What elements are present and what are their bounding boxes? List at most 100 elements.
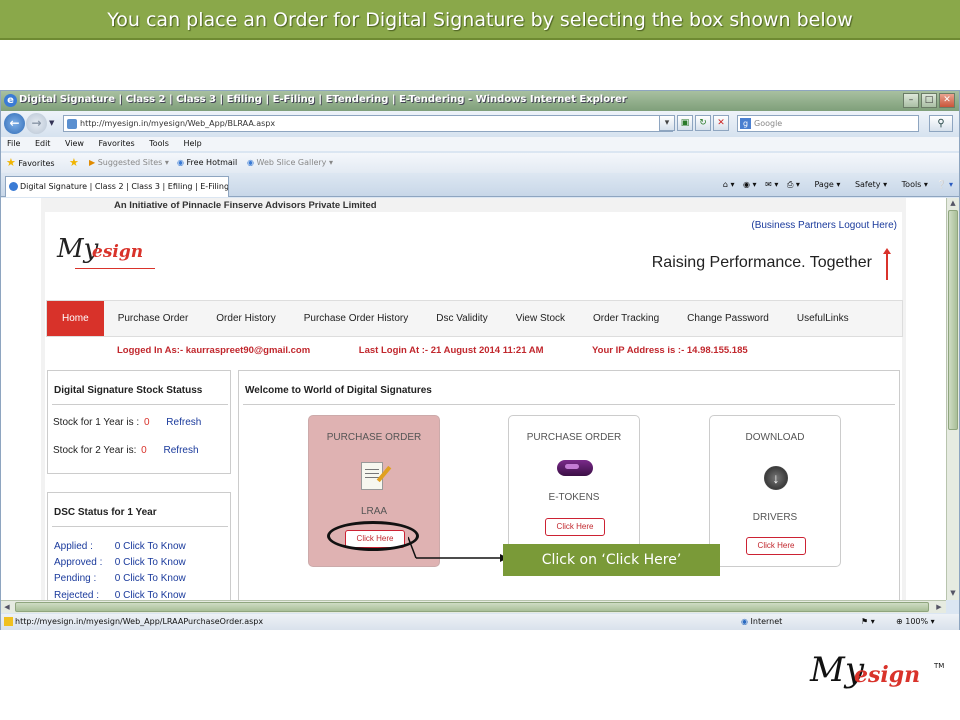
- zoom-control[interactable]: ⊕ 100% ▾: [896, 614, 935, 630]
- favorites-bar: ★ Favorites ★ ▶ Suggested Sites ▾ ◉ Free…: [1, 153, 959, 173]
- scroll-right-icon[interactable]: ▶: [934, 602, 944, 612]
- nav-view-stock[interactable]: View Stock: [502, 301, 579, 336]
- scroll-left-icon[interactable]: ◀: [2, 602, 12, 612]
- fav-suggested-sites-label: Suggested Sites: [97, 158, 163, 167]
- card-subtitle: DRIVERS: [752, 512, 798, 523]
- window-title: Digital Signature | Class 2 | Class 3 | …: [19, 94, 627, 105]
- callout-box: Click on ‘Click Here’: [503, 544, 720, 576]
- nav-useful-links[interactable]: UsefulLinks: [783, 301, 863, 336]
- dsc-row-pending: Pending : 0 Click To Know: [54, 573, 186, 584]
- feeds-icon[interactable]: ◉ ▾: [743, 180, 757, 189]
- web-slice-icon: ◉: [247, 158, 254, 167]
- command-bar: ⌂ ▾ ◉ ▾ ✉ ▾ ⎙ ▾ Page ▾ Safety ▾ Tools ▾ …: [717, 178, 953, 192]
- corner-logo-tm: TM: [934, 662, 945, 670]
- dsc-status-panel: DSC Status for 1 Year Applied : 0 Click …: [47, 492, 231, 600]
- dsc-status-title: DSC Status for 1 Year: [54, 507, 157, 518]
- nav-purchase-order[interactable]: Purchase Order: [104, 301, 203, 336]
- click-to-know-link[interactable]: Click To Know: [123, 590, 186, 600]
- help-icon[interactable]: ❔ ▾: [936, 180, 953, 189]
- download-icon: ↓: [764, 466, 788, 490]
- status-bar: http://myesign.in/myesign/Web_App/LRAAPu…: [1, 614, 959, 630]
- nav-change-password[interactable]: Change Password: [673, 301, 783, 336]
- scroll-up-icon[interactable]: ▲: [948, 198, 958, 208]
- history-dropdown-icon[interactable]: ▼: [49, 119, 54, 127]
- menu-help[interactable]: Help: [183, 137, 201, 151]
- tools-menu[interactable]: Tools ▾: [896, 180, 928, 189]
- partner-logout-link[interactable]: (Business Partners Logout Here): [751, 220, 897, 231]
- divider: [52, 404, 228, 405]
- last-login: Last Login At :- 21 August 2014 11:21 AM: [358, 345, 544, 356]
- logo-esign-text: esign: [92, 242, 144, 262]
- menu-edit[interactable]: Edit: [35, 137, 51, 151]
- fav-web-slice-label: Web Slice Gallery: [256, 158, 327, 167]
- divider: [243, 404, 895, 405]
- nav-order-history[interactable]: Order History: [202, 301, 289, 336]
- nav-order-tracking[interactable]: Order Tracking: [579, 301, 673, 336]
- maximize-button[interactable]: □: [921, 93, 937, 108]
- refresh-icon[interactable]: ↻: [695, 115, 711, 131]
- tab-title: Digital Signature | Class 2 | Class 3 | …: [20, 182, 229, 191]
- stock-label: Stock for 1 Year is :: [53, 417, 140, 428]
- horizontal-scroll-thumb[interactable]: [15, 602, 929, 612]
- dsc-value: 0: [114, 557, 121, 568]
- click-to-know-link[interactable]: Click To Know: [123, 573, 186, 584]
- dsc-row-applied: Applied : 0 Click To Know: [54, 541, 186, 552]
- address-dropdown-icon[interactable]: ▾: [659, 115, 675, 131]
- vertical-scrollbar[interactable]: ▲ ▼: [946, 198, 959, 600]
- minimize-button[interactable]: –: [903, 93, 919, 108]
- stock-value: 0: [143, 417, 150, 428]
- card-heading: PURCHASE ORDER: [326, 432, 422, 443]
- status-zone: ◉ Internet: [741, 617, 783, 626]
- refresh-link[interactable]: Refresh: [166, 417, 201, 428]
- refresh-link[interactable]: Refresh: [164, 445, 199, 456]
- fav-suggested-sites[interactable]: ▶ Suggested Sites ▾: [89, 157, 169, 169]
- click-here-button-drivers[interactable]: Click Here: [746, 537, 806, 555]
- back-icon[interactable]: ←: [4, 113, 25, 134]
- session-info: Logged In As:- kaurraspreet90@gmail.com …: [117, 345, 748, 356]
- protected-mode-icon[interactable]: ⚑ ▾: [861, 614, 875, 630]
- menu-tools[interactable]: Tools: [149, 137, 169, 151]
- main-nav: Home Purchase Order Order History Purcha…: [46, 300, 903, 337]
- menu-file[interactable]: File: [7, 137, 20, 151]
- safety-menu[interactable]: Safety ▾: [849, 180, 887, 189]
- dsc-value: 0: [114, 573, 121, 584]
- warning-icon: [4, 617, 13, 626]
- vertical-scroll-thumb[interactable]: [948, 210, 958, 430]
- click-here-button-etokens[interactable]: Click Here: [545, 518, 605, 536]
- compatibility-icon[interactable]: ▣: [677, 115, 693, 131]
- address-input[interactable]: http://myesign.in/myesign/Web_App/BLRAA.…: [63, 115, 673, 132]
- forward-icon[interactable]: →: [26, 113, 47, 134]
- mail-icon[interactable]: ✉ ▾: [765, 180, 778, 189]
- dsc-value: 0: [114, 541, 121, 552]
- horizontal-scrollbar[interactable]: ◀ ▶: [1, 600, 946, 613]
- dsc-row-rejected: Rejected : 0 Click To Know: [54, 590, 186, 600]
- scroll-down-icon[interactable]: ▼: [948, 588, 958, 598]
- menu-view[interactable]: View: [65, 137, 84, 151]
- add-favorite-icon[interactable]: ★: [69, 157, 79, 170]
- stock-row-1year: Stock for 1 Year is : 0 Refresh: [53, 417, 201, 428]
- search-icon[interactable]: ⚲: [929, 115, 953, 132]
- click-to-know-link[interactable]: Click To Know: [123, 541, 186, 552]
- search-input[interactable]: g Google: [737, 115, 919, 132]
- page-menu[interactable]: Page ▾: [808, 180, 840, 189]
- nav-dsc-validity[interactable]: Dsc Validity: [422, 301, 502, 336]
- menu-favorites[interactable]: Favorites: [99, 137, 135, 151]
- nav-purchase-order-history[interactable]: Purchase Order History: [290, 301, 422, 336]
- dsc-row-approved: Approved : 0 Click To Know: [54, 557, 186, 568]
- stop-icon[interactable]: ✕: [713, 115, 729, 131]
- card-download-drivers[interactable]: DOWNLOAD ↓ DRIVERS Click Here: [709, 415, 841, 567]
- logged-in-as: Logged In As:- kaurraspreet90@gmail.com: [117, 345, 311, 356]
- fav-free-hotmail[interactable]: ◉ Free Hotmail: [177, 157, 237, 169]
- globe-icon: ◉: [741, 617, 748, 626]
- fav-web-slice-gallery[interactable]: ◉ Web Slice Gallery ▾: [247, 157, 333, 169]
- slide-banner: You can place an Order for Digital Signa…: [0, 0, 960, 40]
- home-icon[interactable]: ⌂ ▾: [723, 180, 735, 189]
- close-button[interactable]: ✕: [939, 93, 955, 108]
- nav-home[interactable]: Home: [47, 301, 104, 336]
- address-value: http://myesign.in/myesign/Web_App/BLRAA.…: [80, 119, 276, 128]
- favorites-button[interactable]: ★ Favorites: [6, 157, 55, 170]
- click-to-know-link[interactable]: Click To Know: [123, 557, 186, 568]
- tab-digital-signature[interactable]: Digital Signature | Class 2 | Class 3 | …: [5, 176, 229, 197]
- dsc-label: Approved :: [54, 557, 103, 568]
- print-icon[interactable]: ⎙ ▾: [787, 180, 800, 189]
